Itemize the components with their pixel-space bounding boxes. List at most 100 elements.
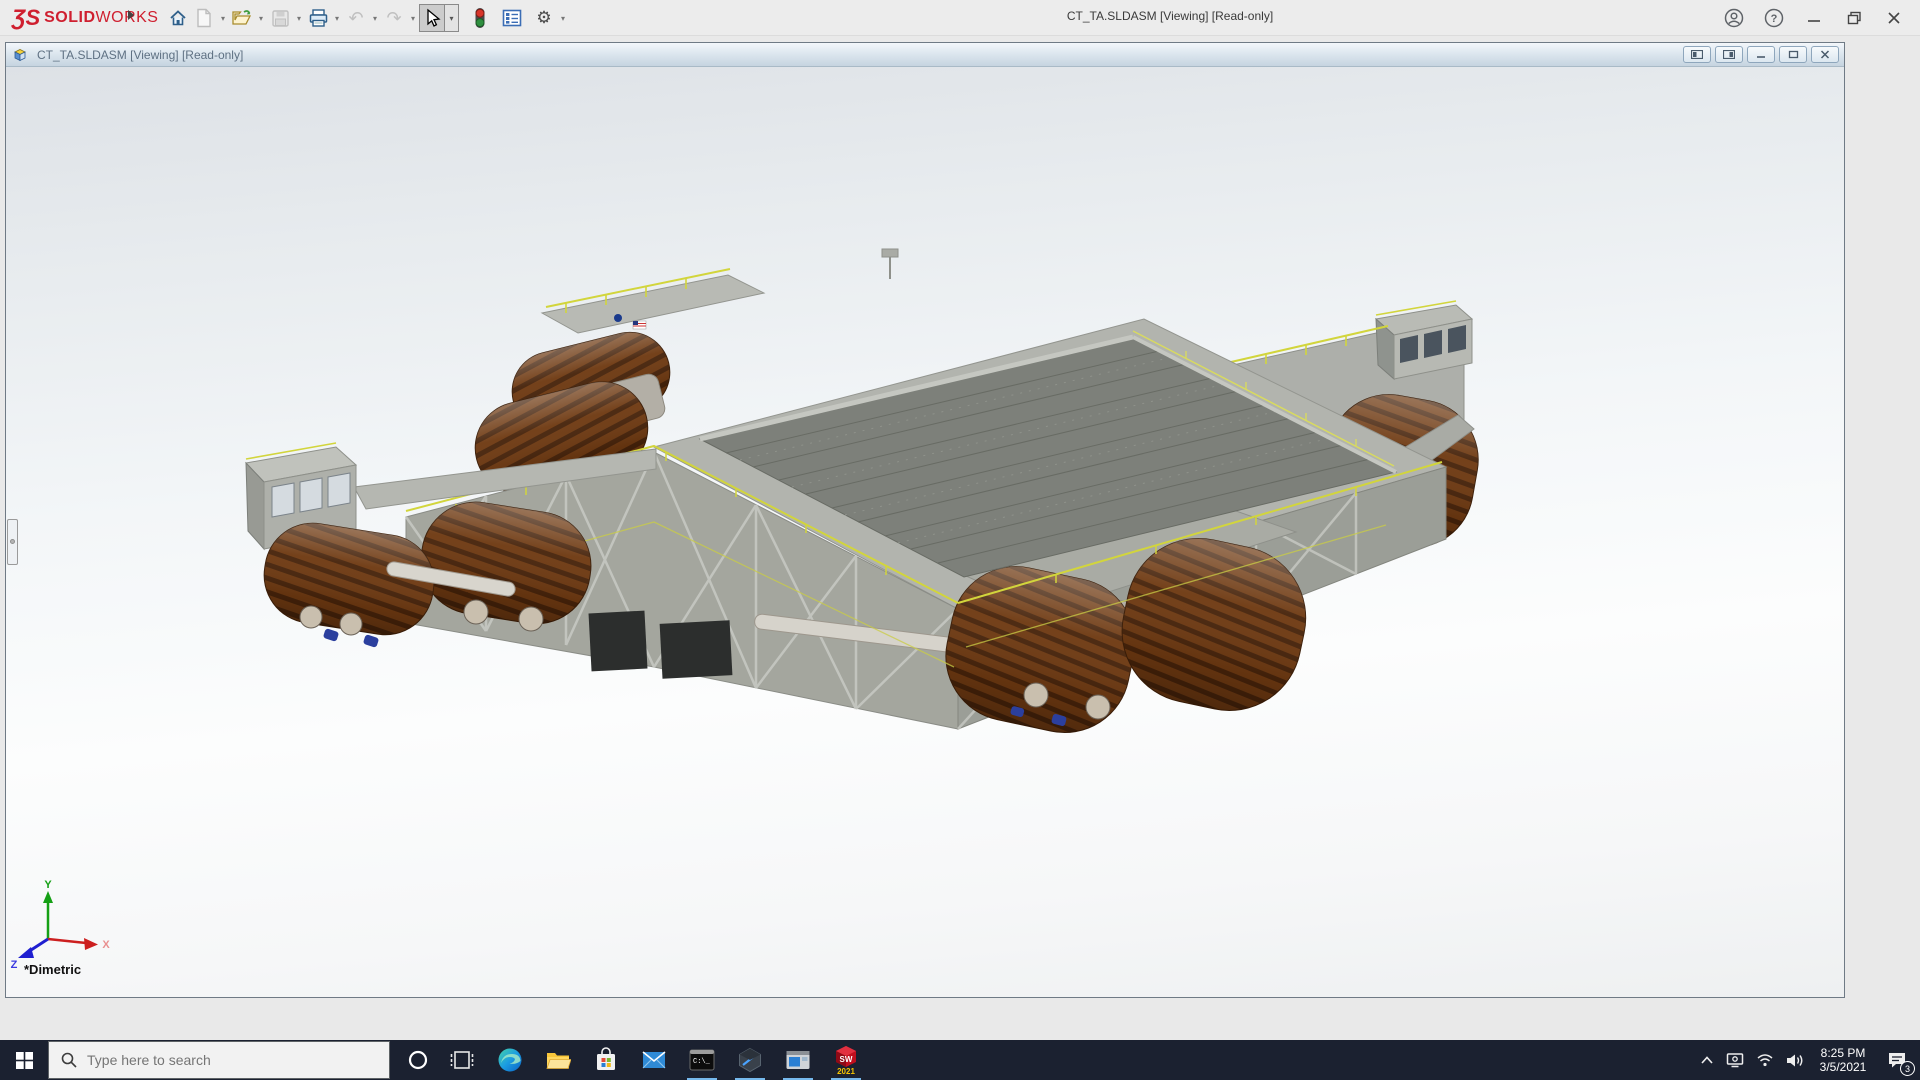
windows-logo-icon — [15, 1051, 33, 1069]
solidworks-logo: ƷS SOLID WORKS — [12, 5, 159, 30]
doc-minimize-icon — [1757, 56, 1765, 58]
search-icon — [61, 1052, 77, 1068]
assembly-document-icon — [14, 48, 26, 61]
select-tool-dropdown[interactable]: ▾ — [445, 4, 459, 32]
restore-icon — [1847, 11, 1861, 25]
document-titlebar[interactable]: CT_TA.SLDASM [Viewing] [Read-only] — [6, 43, 1844, 67]
options-button[interactable]: ⚙ — [531, 4, 557, 32]
taskbar-app-hexagon[interactable] — [726, 1040, 774, 1080]
clock-date: 3/5/2021 — [1819, 1060, 1867, 1074]
svg-text:?: ? — [1771, 13, 1778, 25]
display-pane-button[interactable] — [499, 4, 525, 32]
triad-y-label: Y — [44, 879, 52, 891]
solidworks-2021-icon: SW 2021 — [836, 1046, 856, 1075]
window-app-icon — [786, 1051, 810, 1069]
view-orientation-label: *Dimetric — [24, 962, 82, 977]
doc-close-icon — [1820, 50, 1830, 59]
document-title: CT_TA.SLDASM [Viewing] [Read-only] — [37, 47, 244, 62]
restore-button[interactable] — [1834, 0, 1874, 36]
document-window: CT_TA.SLDASM [Viewing] [Read-only] Y X Z… — [5, 42, 1845, 998]
cortana-button[interactable] — [399, 1040, 437, 1080]
notification-count-badge: 3 — [1900, 1061, 1915, 1076]
help-icon: ? — [1764, 8, 1784, 28]
tray-chevron-button[interactable] — [1694, 1040, 1720, 1080]
menu-expand-arrow[interactable] — [128, 10, 134, 20]
home-button[interactable] — [165, 4, 191, 32]
svg-text:SW: SW — [840, 1055, 853, 1064]
open-dropdown[interactable]: ▾ — [255, 4, 267, 32]
orientation-triad[interactable]: Y X Z — [6, 879, 126, 999]
solidworks-logo-glyph: ƷS — [12, 5, 41, 30]
open-button[interactable] — [229, 4, 255, 32]
taskbar-app-edge[interactable] — [486, 1040, 534, 1080]
file-explorer-icon — [546, 1053, 571, 1069]
triad-x-label: X — [102, 939, 110, 951]
search-input[interactable] — [87, 1052, 347, 1068]
home-icon — [170, 10, 186, 26]
svg-text:2021: 2021 — [837, 1067, 855, 1075]
doc-close-button[interactable] — [1811, 46, 1839, 63]
crawler-transporter-model[interactable] — [6, 67, 1844, 997]
undo-button[interactable]: ↶ — [343, 4, 369, 32]
taskbar-app-window[interactable] — [774, 1040, 822, 1080]
help-button[interactable]: ? — [1754, 0, 1794, 36]
taskbar-search[interactable] — [48, 1041, 390, 1079]
wifi-icon — [1757, 1054, 1773, 1067]
doc-restore-button[interactable] — [1779, 46, 1807, 63]
clock-time: 8:25 PM — [1820, 1046, 1866, 1060]
select-tool-button[interactable] — [419, 4, 445, 32]
save-button[interactable] — [267, 4, 293, 32]
close-icon — [1888, 12, 1900, 24]
redo-button[interactable]: ↷ — [381, 4, 407, 32]
mail-icon — [642, 1051, 666, 1069]
nasa-meatball-decal — [614, 314, 622, 322]
taskbar-app-task-view[interactable] — [438, 1040, 486, 1080]
graphics-viewport[interactable]: Y X Z *Dimetric — [6, 67, 1844, 997]
mesh-panel — [588, 610, 648, 672]
print-dropdown[interactable]: ▾ — [331, 4, 343, 32]
microsoft-store-icon — [597, 1047, 615, 1070]
doc-pane-left-button[interactable] — [1683, 46, 1711, 63]
stoplight-icon — [475, 8, 485, 28]
app-title: CT_TA.SLDASM [Viewing] [Read-only] — [1066, 9, 1274, 23]
new-document-dropdown[interactable]: ▾ — [217, 4, 229, 32]
us-flag-decal — [632, 320, 647, 330]
new-document-button[interactable] — [191, 4, 217, 32]
redo-dropdown[interactable]: ▾ — [407, 4, 419, 32]
print-button[interactable] — [305, 4, 331, 32]
account-button[interactable] — [1714, 0, 1754, 36]
taskbar-clock[interactable]: 8:25 PM 3/5/2021 — [1810, 1040, 1876, 1080]
taskbar-app-file-explorer[interactable] — [534, 1040, 582, 1080]
taskbar-app-mail[interactable] — [630, 1040, 678, 1080]
windows-taskbar: C:\_ SW — [0, 1040, 1920, 1080]
panel-splitter-handle[interactable] — [7, 519, 18, 565]
taskbar-app-microsoft-store[interactable] — [582, 1040, 630, 1080]
minimize-button[interactable] — [1794, 0, 1834, 36]
save-dropdown[interactable]: ▾ — [293, 4, 305, 32]
tray-volume-button[interactable] — [1780, 1040, 1810, 1080]
edge-icon — [498, 1048, 522, 1072]
undo-dropdown[interactable]: ▾ — [369, 4, 381, 32]
undo-icon: ↶ — [348, 7, 364, 28]
tray-network-button[interactable] — [1750, 1040, 1780, 1080]
task-view-icon — [450, 1051, 474, 1069]
new-document-icon — [197, 8, 211, 28]
doc-restore-icon — [1788, 50, 1798, 59]
mesh-panel — [659, 620, 733, 679]
main-titlebar: ƷS SOLID WORKS ▾ ▾ ▾ ▾ ↶ ▾ ↷ ▾ ▾ ⚙ ▾ CT_… — [0, 0, 1920, 36]
options-dropdown[interactable]: ▾ — [557, 4, 569, 32]
close-button[interactable] — [1874, 0, 1914, 36]
taskbar-app-command-prompt[interactable]: C:\_ — [678, 1040, 726, 1080]
chevron-up-icon — [1701, 1056, 1713, 1064]
doc-pane-right-button[interactable] — [1715, 46, 1743, 63]
taskbar-app-solidworks[interactable]: SW 2021 — [822, 1040, 870, 1080]
action-center-button[interactable]: 3 — [1876, 1040, 1918, 1080]
start-button[interactable] — [0, 1040, 48, 1080]
volume-icon — [1787, 1054, 1803, 1066]
svg-text:C:\_: C:\_ — [693, 1058, 711, 1066]
tray-cast-button[interactable] — [1720, 1040, 1750, 1080]
save-icon — [271, 9, 289, 27]
performance-stoplight-button[interactable] — [467, 4, 493, 32]
print-icon — [309, 9, 327, 27]
doc-minimize-button[interactable] — [1747, 46, 1775, 63]
